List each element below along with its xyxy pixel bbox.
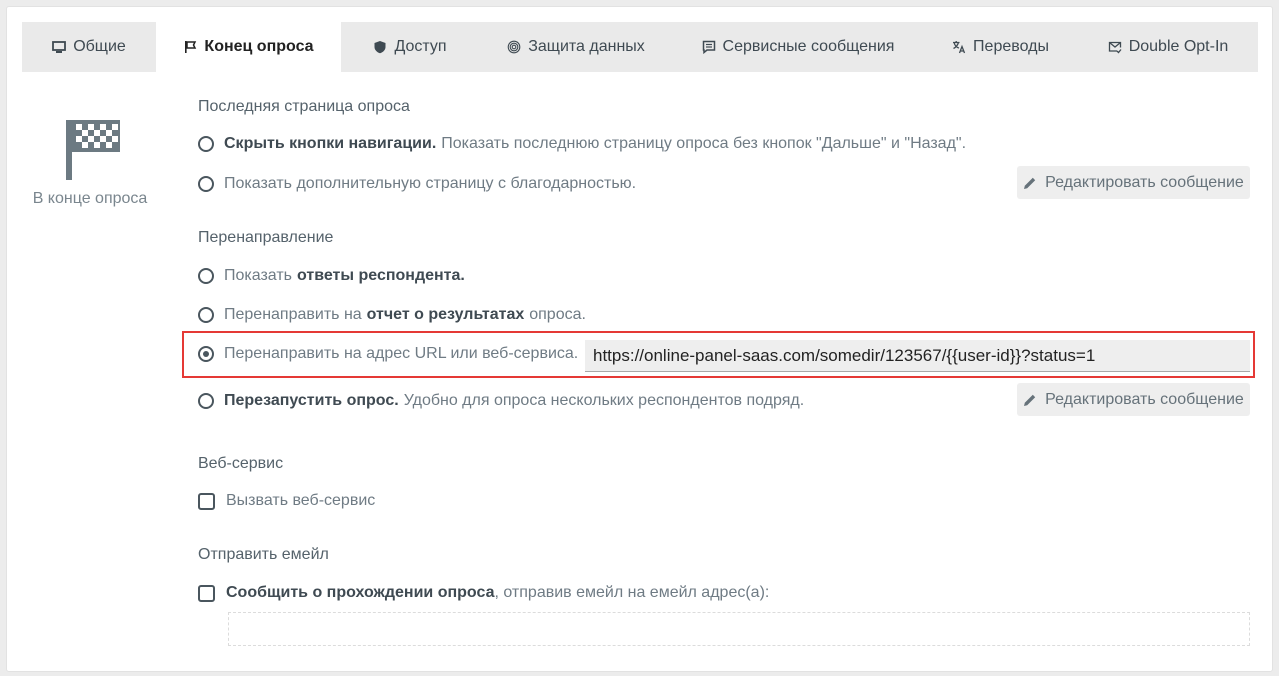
shield-icon [374,41,386,54]
translate-icon [953,41,966,54]
checkbox-notify-email[interactable] [198,584,215,602]
radio-show-answers[interactable] [198,268,214,284]
email-title: Отправить емейл [198,546,329,563]
option-bold-label: ответы респондента. [297,267,465,284]
option-text: Показать последнюю страницу опроса без к… [441,135,967,152]
radio-hide-navigation[interactable] [198,136,214,152]
option-bold-label: отчет о результатах [366,306,525,323]
option-thanks-page[interactable]: Показать дополнительную страницу с благо… [198,173,636,195]
monitor-icon [52,41,67,53]
option-text: Показать [224,267,293,284]
email-addresses-input[interactable] [228,612,1250,646]
tab-survey-end[interactable]: Конец опроса [156,22,341,72]
option-redirect-url[interactable]: Перенаправить на адрес URL или веб-серви… [198,343,578,365]
option-text: Перенаправить на [224,306,362,323]
fingerprint-icon [507,40,521,54]
tab-label: Переводы [973,38,1049,55]
option-text: Вызвать веб-сервис [226,492,376,509]
tab-label: Общие [73,38,126,55]
tab-double-opt-in[interactable]: Double Opt-In [1078,22,1258,72]
edit-message-button[interactable]: Редактировать сообщение [1017,383,1250,416]
sidebar-label: В конце опроса [32,190,148,207]
option-notify-email[interactable]: Сообщить о прохождении опроса , отправив… [198,582,769,604]
flag-icon [185,41,197,53]
radio-restart-survey[interactable] [198,393,214,409]
edit-button-label: Редактировать сообщение [1045,173,1244,191]
tab-access[interactable]: Доступ [341,22,479,72]
option-text: , отправив емейл на емейл адрес(а): [494,584,770,601]
option-bold-label: Скрыть кнопки навигации. [224,135,437,152]
webservice-title: Веб-сервис [198,455,284,472]
tab-general[interactable]: Общие [22,22,156,72]
radio-thanks-page[interactable] [198,176,214,192]
tab-label: Доступ [394,38,447,55]
mail-check-icon [1108,41,1122,54]
edit-button-label: Редактировать сообщение [1045,390,1244,408]
radio-results-report[interactable] [198,307,214,323]
message-icon [702,40,715,54]
checkered-flag-icon [66,120,120,180]
checkbox-call-webservice[interactable] [198,492,215,510]
edit-message-button[interactable]: Редактировать сообщение [1017,166,1250,199]
tab-translations[interactable]: Переводы [923,22,1078,72]
tab-label: Сервисные сообщения [722,38,895,55]
pencil-icon [1024,177,1036,189]
pencil-icon [1024,394,1036,406]
option-call-webservice[interactable]: Вызвать веб-сервис [198,490,375,512]
last-page-title: Последняя страница опроса [198,98,410,115]
option-text: Удобно для опроса нескольких респонденто… [403,392,805,409]
option-text: Показать дополнительную страницу с благо… [224,175,637,192]
option-restart-survey[interactable]: Перезапустить опрос. Удобно для опроса н… [198,390,804,412]
option-text: Перенаправить на адрес URL или веб-серви… [224,345,579,362]
option-results-report[interactable]: Перенаправить на отчет о результатах опр… [198,304,586,326]
option-show-answers[interactable]: Показать ответы респондента. [198,265,470,287]
redirect-title: Перенаправление [198,229,334,246]
option-hide-navigation[interactable]: Скрыть кнопки навигации. Показать послед… [198,133,966,155]
option-bold-label: Сообщить о прохождении опроса [226,584,495,601]
redirect-url-input[interactable] [585,340,1250,372]
radio-redirect-url[interactable] [198,346,214,362]
tab-service-messages[interactable]: Сервисные сообщения [673,22,923,72]
tab-label: Конец опроса [204,38,314,55]
tab-label: Защита данных [528,38,645,55]
option-bold-label: Перезапустить опрос. [224,392,399,409]
tab-data-protection[interactable]: Защита данных [479,22,673,72]
tab-label: Double Opt-In [1128,38,1229,55]
option-tail: опроса. [529,306,586,323]
